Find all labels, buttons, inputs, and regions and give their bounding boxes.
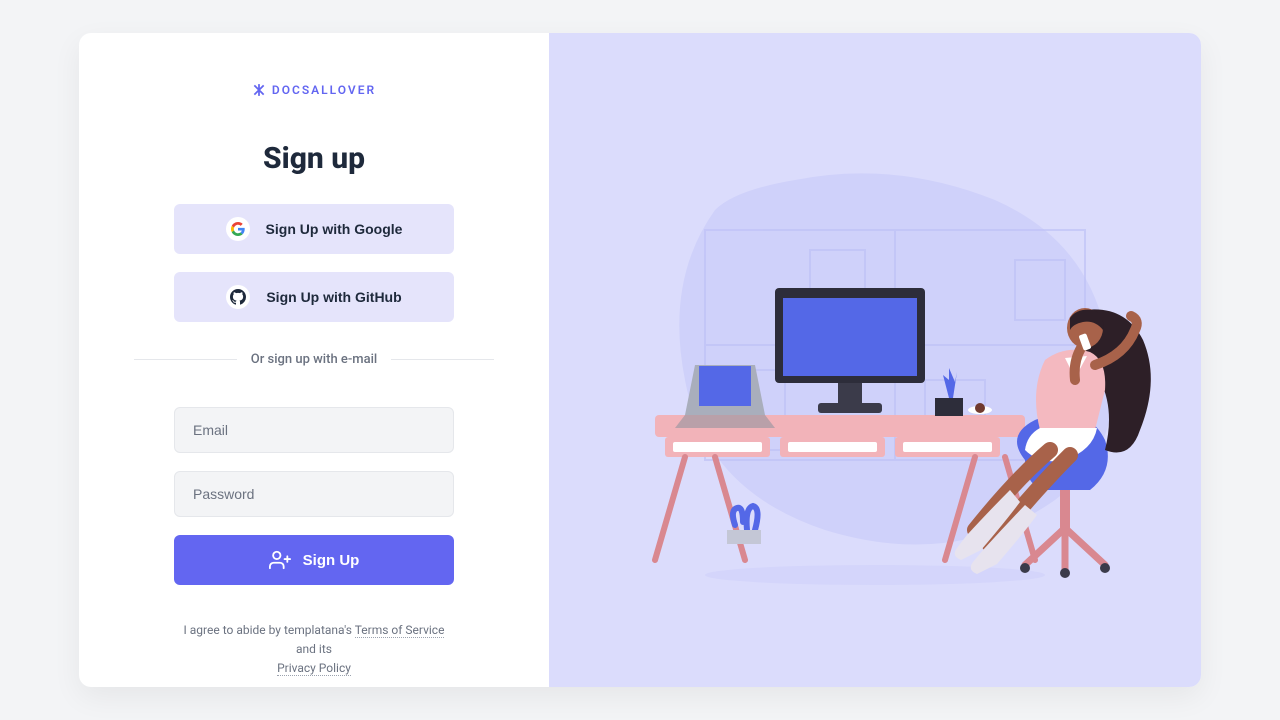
divider-line <box>134 359 237 360</box>
submit-button[interactable]: Sign Up <box>174 535 454 585</box>
illustration-panel <box>549 33 1201 687</box>
page-title: Sign up <box>263 141 365 176</box>
github-signup-label: Sign Up with GitHub <box>266 289 401 305</box>
hero-illustration <box>595 130 1155 590</box>
submit-label: Sign Up <box>303 552 360 569</box>
legal-prefix: I agree to abide by templatana's <box>184 623 355 637</box>
privacy-link[interactable]: Privacy Policy <box>277 661 351 676</box>
password-field[interactable] <box>174 471 454 517</box>
oauth-buttons: Sign Up with Google Sign Up with GitHub <box>174 204 454 322</box>
google-signup-label: Sign Up with Google <box>266 221 403 237</box>
form-panel: DOCSALLOVER Sign up Sign Up with Google <box>79 33 549 687</box>
legal-text: I agree to abide by templatana's Terms o… <box>174 621 454 679</box>
google-signup-button[interactable]: Sign Up with Google <box>174 204 454 254</box>
brand-name: DOCSALLOVER <box>272 83 376 97</box>
email-field[interactable] <box>174 407 454 453</box>
divider-text: Or sign up with e-mail <box>237 352 391 367</box>
divider: Or sign up with e-mail <box>134 352 494 367</box>
user-plus-icon <box>269 549 291 571</box>
github-signup-button[interactable]: Sign Up with GitHub <box>174 272 454 322</box>
brand-icon <box>252 83 266 97</box>
google-icon <box>226 217 250 241</box>
github-icon <box>226 285 250 309</box>
legal-mid: and its <box>296 642 332 656</box>
brand-logo: DOCSALLOVER <box>252 83 376 97</box>
signup-form: Sign Up I agree to abide by templatana's… <box>174 407 454 679</box>
signup-card: DOCSALLOVER Sign up Sign Up with Google <box>79 33 1201 687</box>
divider-line <box>391 359 494 360</box>
tos-link[interactable]: Terms of Service <box>355 623 445 638</box>
